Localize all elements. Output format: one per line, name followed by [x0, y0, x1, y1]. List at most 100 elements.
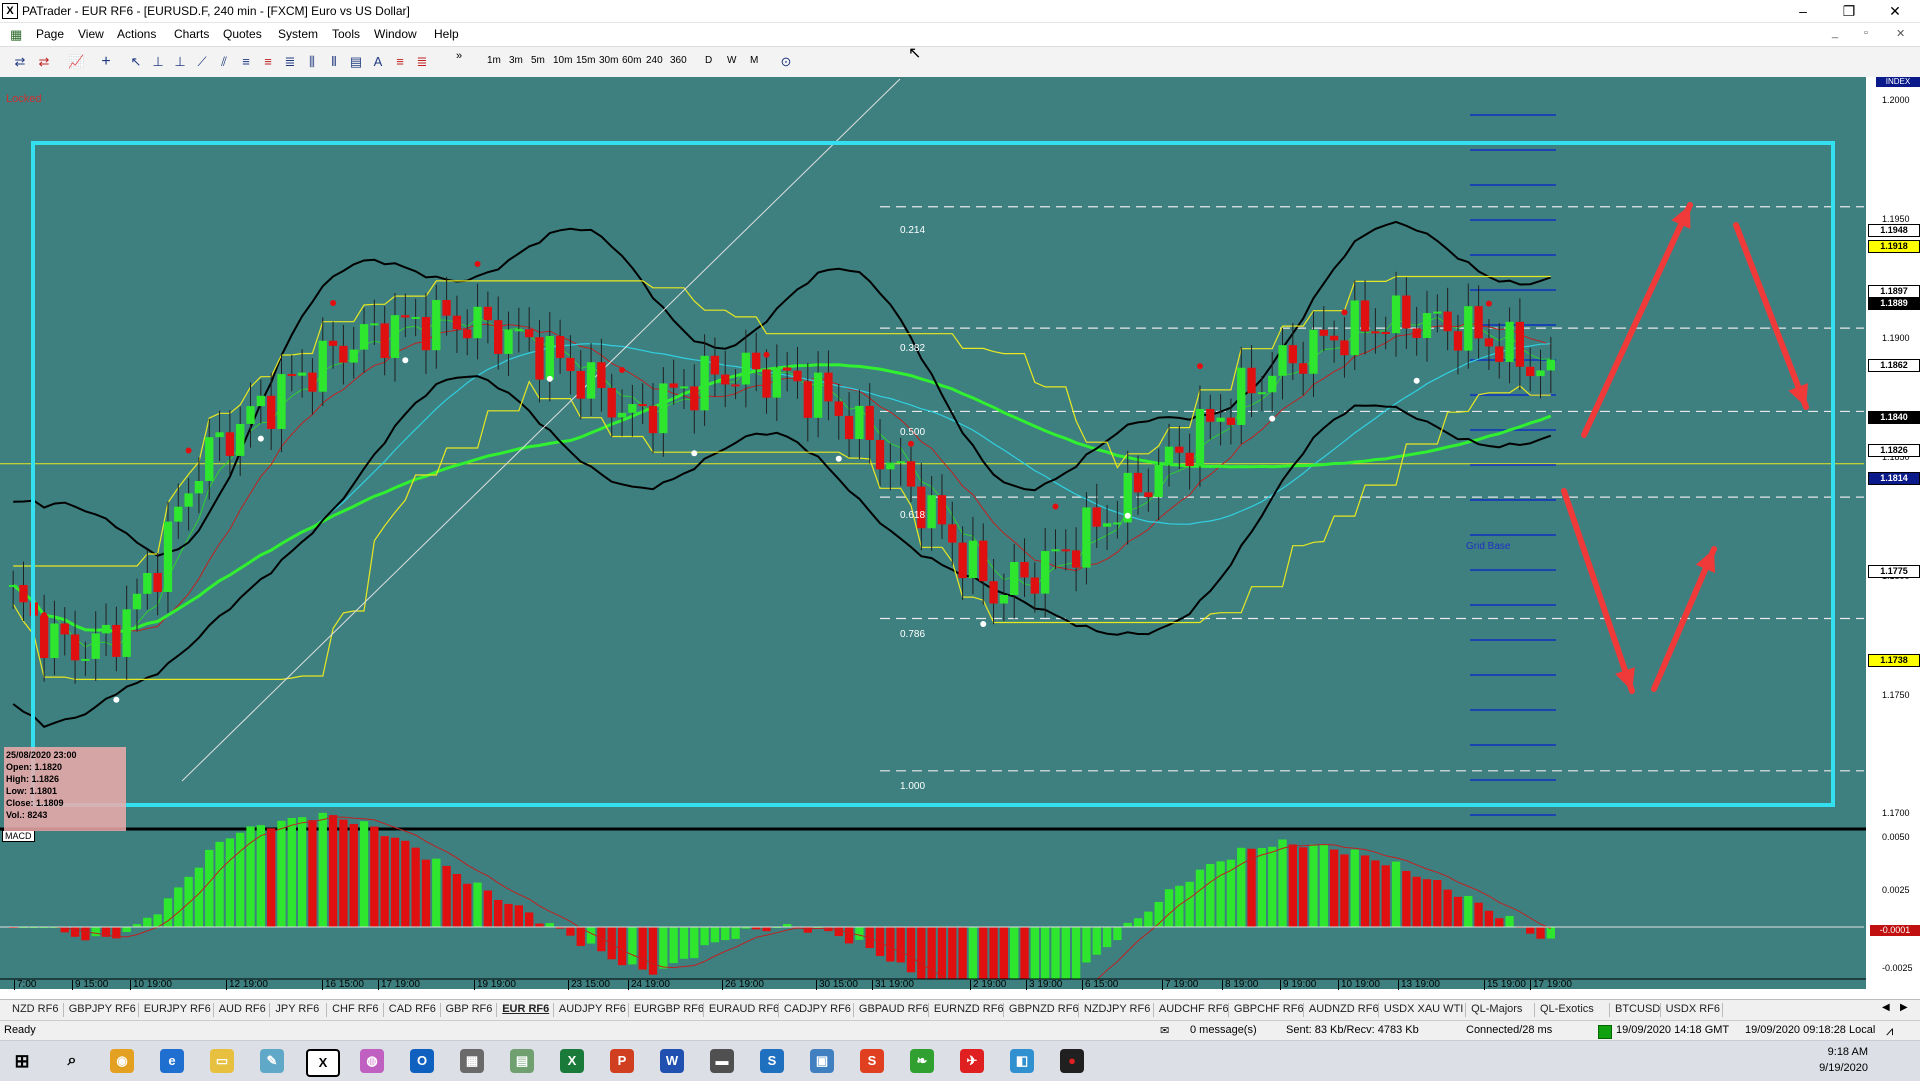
tf-daily[interactable]: D	[705, 55, 712, 66]
grid-tool-icon[interactable]: ▤	[348, 54, 364, 70]
snagit-icon[interactable]: S	[860, 1049, 884, 1073]
tab-gbpaud-rf6[interactable]: GBPAUD RF6	[859, 1003, 928, 1015]
tab-eurgbp-rf6[interactable]: EURGBP RF6	[634, 1003, 704, 1015]
calculator-icon[interactable]: ▦	[460, 1049, 484, 1073]
edge-icon[interactable]: e	[160, 1049, 184, 1073]
tf-1m[interactable]: 1m	[487, 55, 501, 66]
menu-view[interactable]: View	[78, 27, 104, 41]
tab-scroll-right-icon[interactable]: ▶	[1900, 1002, 1908, 1013]
tab-gbpjpy-rf6[interactable]: GBPJPY RF6	[69, 1003, 136, 1015]
notes-icon[interactable]: ✎	[260, 1049, 284, 1073]
mdi-close-button[interactable]: ✕	[1896, 27, 1905, 40]
fib-retrace-tool-icon[interactable]: ≡	[260, 54, 276, 70]
excel-icon[interactable]: X	[560, 1049, 584, 1073]
chart-type-icon[interactable]: 📈	[68, 54, 84, 70]
tf-60m[interactable]: 60m	[622, 55, 641, 66]
tab-btcusd[interactable]: BTCUSD	[1615, 1003, 1660, 1015]
remote-desktop-icon[interactable]: ◧	[1010, 1049, 1034, 1073]
clock-icon[interactable]: ⊙	[778, 54, 794, 70]
patrader-taskbar-icon[interactable]: X	[306, 1049, 340, 1077]
tab-aud-rf6[interactable]: AUD RF6	[219, 1003, 266, 1015]
label-tool-icon[interactable]: ≡	[392, 54, 408, 70]
tab-eurnzd-rf6[interactable]: EURNZD RF6	[934, 1003, 1004, 1015]
search-icon[interactable]: ⌕	[60, 1049, 84, 1073]
hline-tool-icon[interactable]: ⊥	[150, 54, 166, 70]
link-icon[interactable]: ⇄	[36, 54, 52, 70]
tab-cad-rf6[interactable]: CAD RF6	[389, 1003, 436, 1015]
word-icon[interactable]: W	[660, 1049, 684, 1073]
menu-help[interactable]: Help	[434, 27, 459, 41]
gann-tool-icon[interactable]: ⫼	[304, 54, 320, 70]
leaf-app-icon[interactable]: ❧	[910, 1049, 934, 1073]
tf-240[interactable]: 240	[646, 55, 663, 66]
tab-euraud-rf6[interactable]: EURAUD RF6	[709, 1003, 779, 1015]
toolbar-more-icon[interactable]: »	[456, 50, 462, 62]
windows-start-icon[interactable]: ⊞	[10, 1049, 34, 1073]
tab-audnzd-rf6[interactable]: AUDNZD RF6	[1309, 1003, 1379, 1015]
storage-icon[interactable]: ▬	[710, 1049, 734, 1073]
powerpoint-icon[interactable]: P	[610, 1049, 634, 1073]
tab-gbp-rf6[interactable]: GBP RF6	[446, 1003, 493, 1015]
pointer-icon[interactable]: ↖	[128, 54, 144, 70]
tab-usdx-xau-wti[interactable]: USDX XAU WTI	[1384, 1003, 1463, 1015]
tab-audchf-rf6[interactable]: AUDCHF RF6	[1159, 1003, 1229, 1015]
tab-nzd-rf6[interactable]: NZD RF6	[12, 1003, 58, 1015]
menu-page[interactable]: Page	[36, 27, 64, 41]
fibonacci-tool-icon[interactable]: ≡	[238, 54, 254, 70]
system-clock[interactable]: 9:18 AM 9/19/2020	[1819, 1044, 1868, 1076]
tf-30m[interactable]: 30m	[599, 55, 618, 66]
tab-gbpnzd-rf6[interactable]: GBPNZD RF6	[1009, 1003, 1079, 1015]
close-button[interactable]: ✕	[1872, 0, 1918, 22]
delete-tool-icon[interactable]: ≣	[414, 54, 430, 70]
tf-3m[interactable]: 3m	[509, 55, 523, 66]
sync-icon[interactable]: ⇄	[12, 54, 28, 70]
menu-window[interactable]: Window	[374, 27, 417, 41]
tf-10m[interactable]: 10m	[553, 55, 572, 66]
tf-monthly[interactable]: M	[750, 55, 758, 66]
bird-app-icon[interactable]: ✈	[960, 1049, 984, 1073]
status-messages[interactable]: 0 message(s)	[1190, 1024, 1257, 1036]
chart-window[interactable]: Locked INDEX MACD Grid Base 25/08/2020 2…	[0, 77, 1920, 1027]
trendline-tool-icon[interactable]: ⟋	[194, 54, 210, 70]
tab-eur-rf6[interactable]: EUR RF6	[502, 1003, 549, 1015]
minimize-button[interactable]: –	[1780, 0, 1826, 22]
tab-nzdjpy-rf6[interactable]: NZDJPY RF6	[1084, 1003, 1150, 1015]
tab-chf-rf6[interactable]: CHF RF6	[332, 1003, 378, 1015]
menu-actions[interactable]: Actions	[117, 27, 156, 41]
price-chart[interactable]	[0, 77, 1920, 1027]
crosshair-icon[interactable]: +	[98, 54, 114, 70]
tf-weekly[interactable]: W	[727, 55, 736, 66]
menu-system[interactable]: System	[278, 27, 318, 41]
tab-usdx-rf6[interactable]: USDX RF6	[1666, 1003, 1720, 1015]
tab-audjpy-rf6[interactable]: AUDJPY RF6	[559, 1003, 626, 1015]
mdi-minimize-button[interactable]: _	[1832, 27, 1838, 39]
restore-button[interactable]: ❐	[1826, 0, 1872, 22]
channel-tool-icon[interactable]: ⫽	[216, 54, 232, 70]
menu-tools[interactable]: Tools	[332, 27, 360, 41]
tab-eurjpy-rf6[interactable]: EURJPY RF6	[144, 1003, 211, 1015]
tf-5m[interactable]: 5m	[531, 55, 545, 66]
tf-15m[interactable]: 15m	[576, 55, 595, 66]
fib-fan-tool-icon[interactable]: ≣	[282, 54, 298, 70]
menu-charts[interactable]: Charts	[174, 27, 209, 41]
tab-gbpchf-rf6[interactable]: GBPCHF RF6	[1234, 1003, 1304, 1015]
tab-cadjpy-rf6[interactable]: CADJPY RF6	[784, 1003, 851, 1015]
cycle-tool-icon[interactable]: ⫴	[326, 54, 342, 70]
stocks-icon[interactable]: ▤	[510, 1049, 534, 1073]
tab-ql-exotics[interactable]: QL-Exotics	[1540, 1003, 1594, 1015]
file-explorer-icon[interactable]: ▭	[210, 1049, 234, 1073]
network-icon[interactable]: ▣	[810, 1049, 834, 1073]
menu-quotes[interactable]: Quotes	[223, 27, 262, 41]
record-app-icon[interactable]: ●	[1060, 1049, 1084, 1073]
tab-jpy-rf6[interactable]: JPY RF6	[275, 1003, 319, 1015]
mdi-restore-button[interactable]: ▫	[1864, 27, 1868, 39]
text-tool-icon[interactable]: A	[370, 54, 386, 70]
chrome-icon[interactable]: ◉	[110, 1049, 134, 1073]
chart-menu-icon[interactable]: ▦	[10, 27, 22, 43]
tf-360[interactable]: 360	[670, 55, 687, 66]
vline-tool-icon[interactable]: ⊥	[172, 54, 188, 70]
photos-icon[interactable]: ◍	[360, 1049, 384, 1073]
skype-icon[interactable]: S	[760, 1049, 784, 1073]
outlook-icon[interactable]: O	[410, 1049, 434, 1073]
tab-scroll-left-icon[interactable]: ◀	[1882, 1002, 1890, 1013]
